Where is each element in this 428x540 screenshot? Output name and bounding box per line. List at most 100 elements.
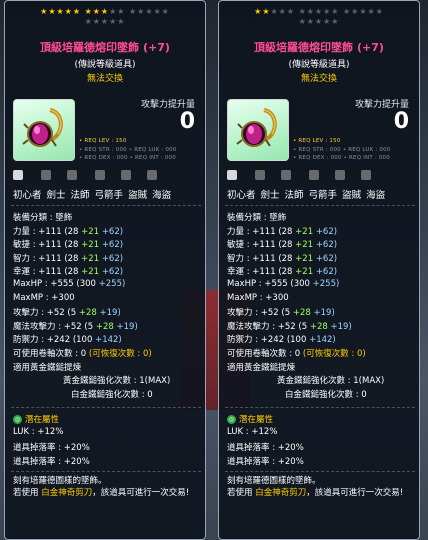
star-icon: ★ [161,7,170,16]
potential-line: 道具掉落率 : +20% [13,443,90,453]
stat-line: 白金鐵鎚強化次數 : 0 [71,389,153,400]
job-label: 劍士 [260,190,280,201]
job-label: 盜賊 [342,190,362,201]
stat-line: 智力 : +111 (28 +21 +62) [227,253,338,264]
req-str-luk: • REQ STR : 000 • REQ LUK : 000 [79,147,177,153]
stat-line: MaxMP : +300 [227,292,289,303]
stat-line: 魔法攻擊力 : +52 (5 +28 +19) [13,321,138,332]
star-icon: ★ [270,7,279,16]
equip-icon [281,170,291,180]
stat-line: 攻擊力 : +52 (5 +28 +19) [227,308,335,319]
status-icons-row [11,170,201,182]
stat-line: 裝備分類 : 墜飾 [13,213,73,223]
job-list: 初心者 劍士 法師 弓箭手 盜賊 海盜 [13,187,201,201]
job-label: 海盜 [152,190,172,201]
trade-icon [95,170,105,180]
job-label: 劍士 [46,190,66,201]
potential-title: ◎ 潛在屬性 [227,415,274,425]
stat-line: 幸運 : +111 (28 +21 +62) [13,267,124,278]
lock-icon [255,170,265,180]
star-icon: ★ [262,7,271,16]
stat-line: 智力 : +111 (28 +21 +62) [13,253,124,264]
stat-line: MaxHP : +555 (300 +255) [13,279,126,289]
req-str-luk: • REQ STR : 000 • REQ LUK : 000 [293,147,391,153]
star-force-rating: ★★★★★ ★★★★★ ★★★★★ ★★★★★ [219,7,419,27]
stat-line: 力量 : +111 (28 +21 +62) [227,226,338,237]
star-icon: ★ [56,7,65,16]
divider [11,407,201,408]
trade-icon [309,170,319,180]
job-label: 弓箭手 [308,190,338,201]
star-icon: ★ [367,7,376,16]
item-grade: (傳說等級道具) [74,60,136,70]
item-description: 刻有培羅德圖樣的墜飾。 若使用 白金神奇剪刀，該道具可進行一次交易! [13,476,190,498]
stat-line: 可使用卷軸次數 : 0 (可恢復次數 : 0) [227,349,366,359]
stat-line: 力量 : +111 (28 +21 +62) [13,226,124,237]
req-dex-int: • REQ DEX : 000 • REQ INT : 000 [79,155,176,161]
stat-line: 黃金鐵鎚強化次數 : 1(MAX) [277,376,385,387]
req-level: • REQ LEV : 150 [293,138,341,144]
star-icon: ★ [342,7,352,16]
star-icon: ★ [117,17,126,26]
unique-icon [361,170,371,180]
item-icon-frame [227,99,289,161]
stat-line: 適用黃金鐵鎚提煉 [227,362,296,373]
stat-line: 黃金鐵鎚強化次數 : 1(MAX) [63,376,171,387]
star-force-rating: ★★★★★ ★★★★★ ★★★★★ ★★★★★ [5,7,205,27]
star-icon: ★ [153,7,162,16]
account-icon [121,170,131,180]
star-icon: ★ [331,7,340,16]
account-icon [335,170,345,180]
star-icon: ★ [314,7,324,16]
attack-increase-value: 0 [179,109,195,134]
item-tooltip-right: ★★★★★ ★★★★★ ★★★★★ ★★★★★ 頂級培羅德熔印墜飾 (+7) (傳說… [218,0,420,540]
star-icon: ★ [306,17,315,26]
stat-line: 白金鐵鎚強化次數 : 0 [285,389,367,400]
potential-icon: ◎ [13,415,22,424]
star-icon: ★ [331,17,340,26]
star-icon: ★ [48,7,57,16]
potential-line: 道具掉落率 : +20% [227,443,304,453]
status-icons-row [225,170,415,182]
star-icon: ★ [84,17,93,26]
star-icon: ★ [100,7,110,16]
item-tooltip-left: ★★★★★ ★★★★★ ★★★★★ ★★★★★ 頂級培羅德熔印墜飾 (+7) (傳說… [4,0,206,540]
item-name: 頂級培羅德熔印墜飾 (+7) [254,41,384,54]
stat-line: 敏捷 : +111 (28 +21 +62) [227,240,338,251]
potential-line: LUK : +12% [13,427,64,437]
star-icon: ★ [298,7,307,16]
potential-title: ◎ 潛在屬性 [13,415,60,425]
divider [225,205,415,206]
job-label: 初心者 [227,190,256,201]
divider [225,471,415,472]
untradable-label: 無法交換 [300,74,337,84]
divider [11,471,201,472]
stat-line: 魔法攻擊力 : +52 (5 +28 +19) [227,321,352,332]
star-icon: ★ [64,7,73,16]
scissors-icon [227,170,237,180]
untradable-label: 無法交換 [86,74,123,84]
job-label: 海盜 [366,190,386,201]
item-icon-frame [13,99,75,161]
potential-line: 道具掉落率 : +20% [13,457,90,467]
req-dex-int: • REQ DEX : 000 • REQ INT : 000 [293,155,390,161]
req-level: • REQ LEV : 150 [79,138,127,144]
equip-icon [67,170,77,180]
star-icon: ★ [298,17,307,26]
pendant-icon [236,108,277,147]
job-label: 盜賊 [128,190,148,201]
job-label: 法師 [70,190,90,201]
potential-line: 道具掉落率 : +20% [227,457,304,467]
job-label: 法師 [284,190,304,201]
star-icon: ★ [375,7,384,16]
stat-line: 裝備分類 : 墜飾 [227,213,287,223]
stat-line: 攻擊力 : +52 (5 +28 +19) [13,308,121,319]
stat-line: 適用黃金鐵鎚提煉 [13,362,82,373]
lock-icon [41,170,51,180]
star-icon: ★ [286,7,296,16]
scissors-icon [13,170,23,180]
item-grade: (傳說等級道具) [288,60,350,70]
stat-line: 幸運 : +111 (28 +21 +62) [227,267,338,278]
stat-line: 可使用卷軸次數 : 0 (可恢復次數 : 0) [13,349,152,359]
divider [11,205,201,206]
